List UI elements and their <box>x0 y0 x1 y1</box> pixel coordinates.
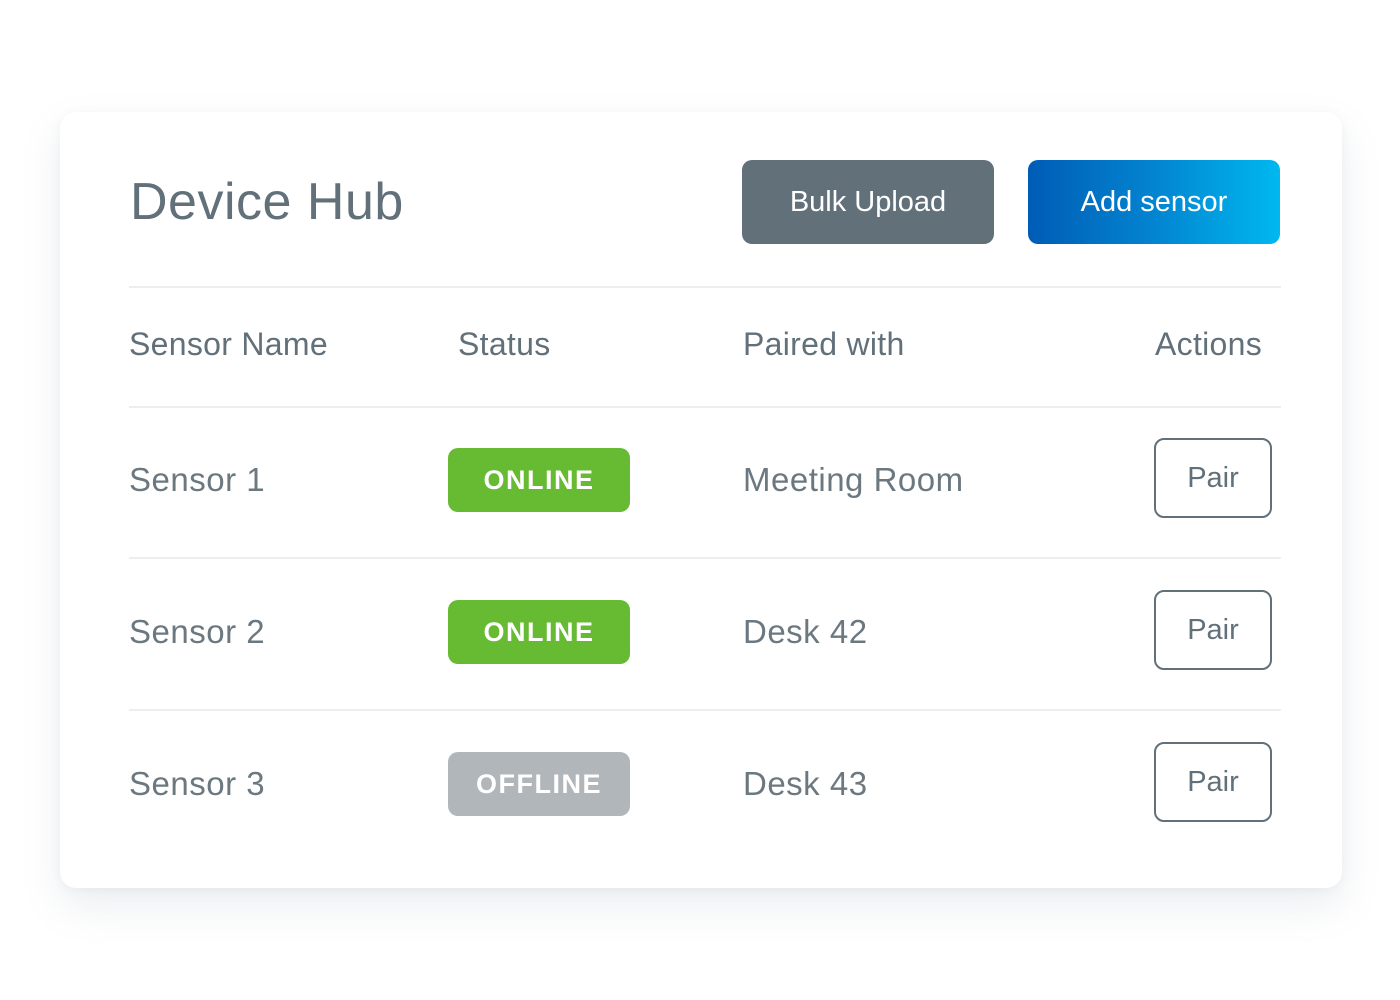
sensor-name: Sensor 2 <box>129 613 266 650</box>
device-hub-card: Device Hub Bulk Upload Add sensor Sensor… <box>60 112 1342 888</box>
pair-button[interactable]: Pair <box>1154 742 1272 822</box>
bulk-upload-button[interactable]: Bulk Upload <box>742 160 994 244</box>
header-divider <box>129 286 1281 288</box>
sensor-name: Sensor 3 <box>129 765 266 802</box>
status-badge: ONLINE <box>448 448 630 512</box>
column-header-status: Status <box>458 326 551 362</box>
paired-with: Meeting Room <box>743 461 964 498</box>
row-divider <box>129 709 1281 711</box>
status-badge: ONLINE <box>448 600 630 664</box>
pair-button[interactable]: Pair <box>1154 590 1272 670</box>
table-header-divider <box>129 406 1281 408</box>
column-header-paired-with: Paired with <box>743 326 905 362</box>
column-header-actions: Actions <box>1155 326 1263 362</box>
sensor-name: Sensor 1 <box>129 461 266 498</box>
paired-with: Desk 42 <box>743 613 868 650</box>
add-sensor-button[interactable]: Add sensor <box>1028 160 1280 244</box>
page-title: Device Hub <box>130 173 404 231</box>
column-header-sensor-name: Sensor Name <box>129 326 328 362</box>
row-divider <box>129 557 1281 559</box>
paired-with: Desk 43 <box>743 765 868 802</box>
status-badge: OFFLINE <box>448 752 630 816</box>
pair-button[interactable]: Pair <box>1154 438 1272 518</box>
